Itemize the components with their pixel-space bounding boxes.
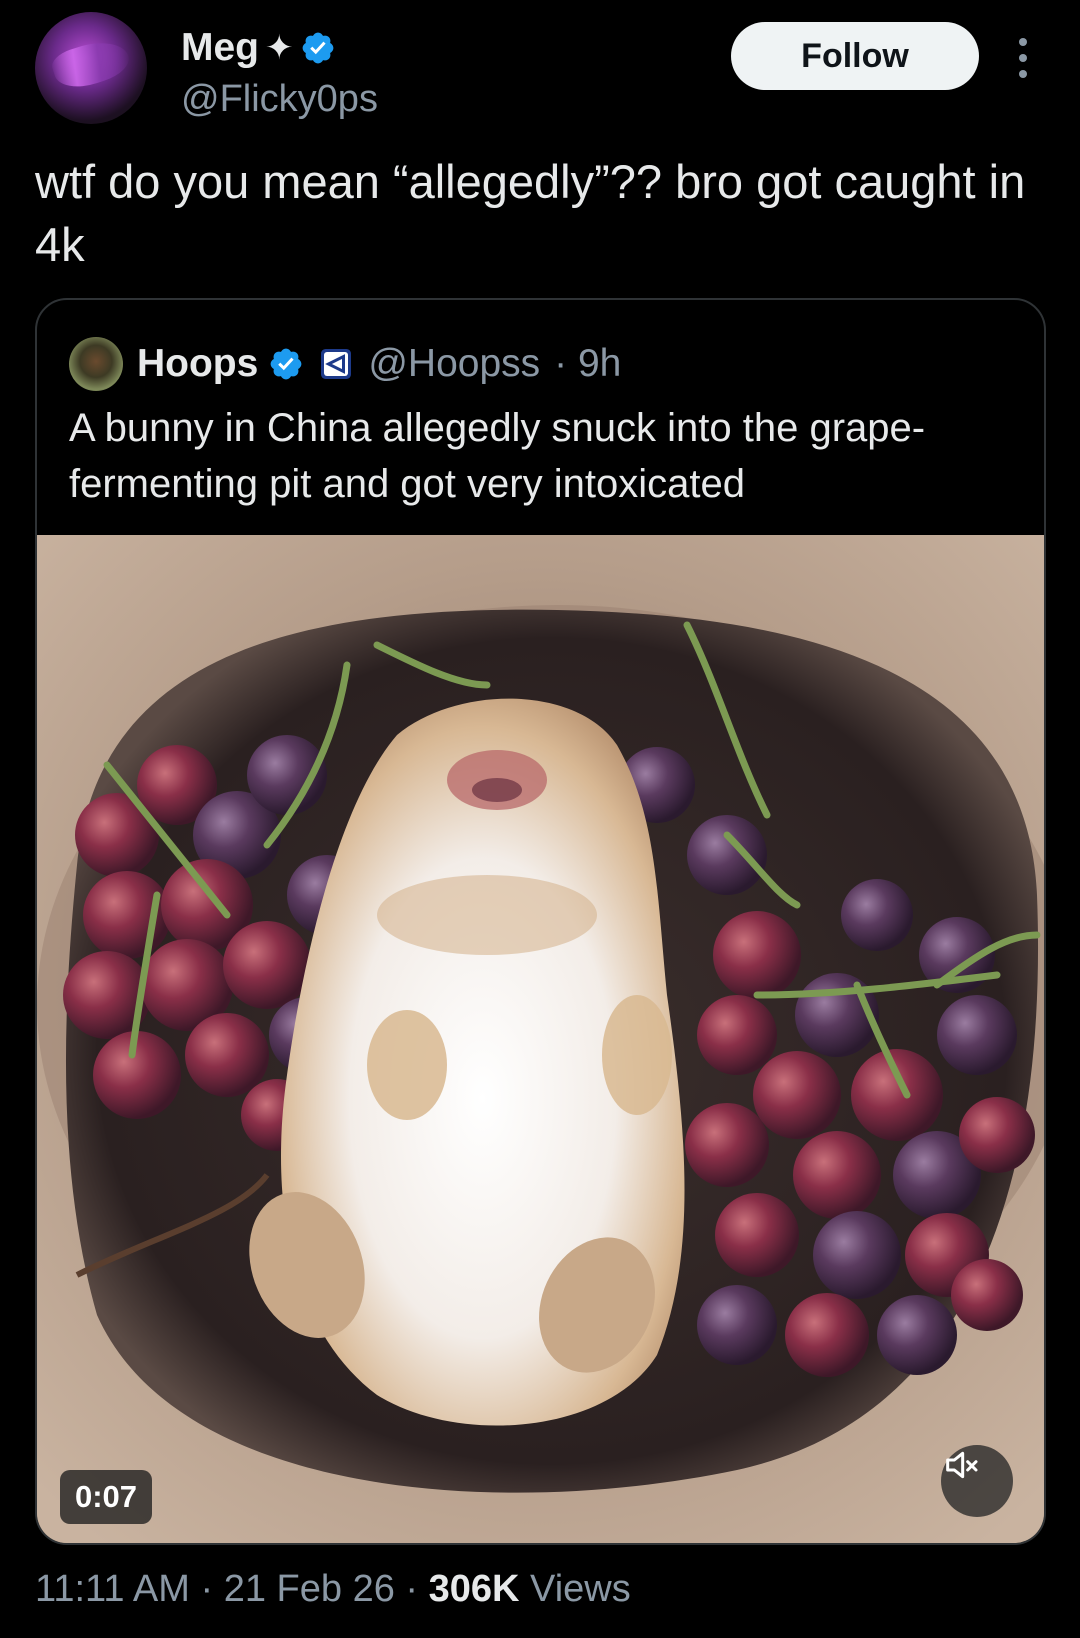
author-name[interactable]: Meg xyxy=(181,26,259,70)
video-frame xyxy=(37,535,1044,1543)
author-handle[interactable]: @Flicky0ps xyxy=(181,78,378,121)
quoted-author-name[interactable]: Hoops xyxy=(137,342,258,386)
tweet-meta: 11:11 AM · 21 Feb 26 · 306K Views xyxy=(35,1568,631,1611)
sparkle-icon: ✦ xyxy=(265,29,294,67)
tweet-time[interactable]: 11:11 AM xyxy=(35,1568,190,1610)
more-options-icon[interactable] xyxy=(1013,38,1033,78)
quoted-tweet-header: Hoops @Hoopss · 9h xyxy=(69,336,621,392)
tweet-header: Meg ✦ @Flicky0ps Follow xyxy=(35,12,1056,124)
video-player[interactable]: 0:07 xyxy=(37,535,1044,1543)
meta-separator: · xyxy=(405,1568,429,1610)
quoted-author-handle[interactable]: @Hoopss xyxy=(368,342,540,386)
speaker-muted-icon xyxy=(946,1451,978,1479)
follow-button[interactable]: Follow xyxy=(731,22,979,90)
video-timestamp: 0:07 xyxy=(60,1470,152,1524)
author-name-row: Meg ✦ xyxy=(181,26,336,70)
affiliate-badge-icon xyxy=(321,349,352,379)
quoted-tweet-text: A bunny in China allegedly snuck into th… xyxy=(69,406,926,506)
views-count: 306K xyxy=(428,1568,520,1610)
views-label: Views xyxy=(530,1568,631,1610)
author-avatar[interactable] xyxy=(35,12,147,124)
verified-badge-icon xyxy=(302,32,333,64)
quoted-tweet-time: · 9h xyxy=(554,342,622,385)
quoted-tweet-card[interactable]: Hoops @Hoopss · 9h A bunny in China alle… xyxy=(35,298,1046,1545)
verified-badge-icon xyxy=(270,348,302,380)
tweet-date[interactable]: 21 Feb 26 xyxy=(224,1568,395,1610)
quoted-author-avatar[interactable] xyxy=(69,337,123,391)
mute-button[interactable] xyxy=(941,1445,1013,1517)
meta-separator: · xyxy=(200,1568,224,1610)
tweet-text: wtf do you mean “allegedly”?? bro got ca… xyxy=(35,155,1026,271)
